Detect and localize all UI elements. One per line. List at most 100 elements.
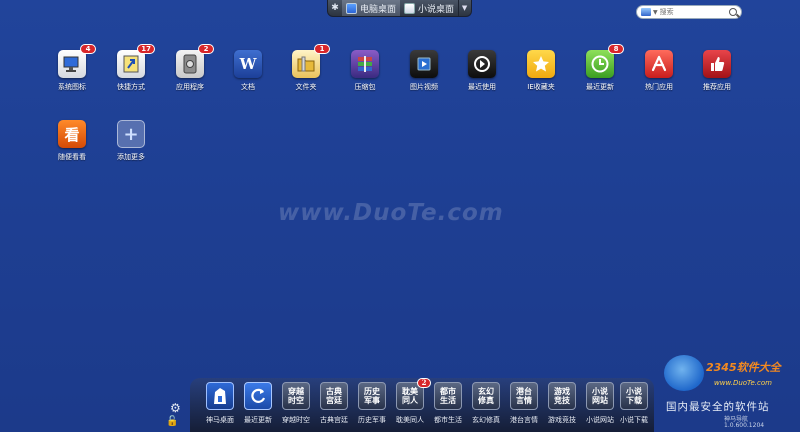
dock-label: 穿越时空 <box>282 416 310 424</box>
icon-label: 应用程序 <box>176 83 204 91</box>
shenma-desktop-icon <box>206 382 234 410</box>
app-installer-icon: 2 <box>176 44 214 78</box>
clock-icon: 8 <box>586 44 624 78</box>
folder-icon: 1 <box>292 44 330 78</box>
desktop-icon-hot-apps[interactable]: 热门应用 <box>629 50 689 92</box>
kan-icon: 看 <box>58 120 86 148</box>
dock-item-time-travel[interactable]: 穿越 时空 穿越时空 <box>277 382 315 425</box>
tile-text: 耽美 同人 <box>402 386 418 405</box>
dock-label: 小说下载 <box>620 416 648 424</box>
brand-watermark: 2345软件大全 www.DuoTe.com 国内最安全的软件站 神马导航 1.… <box>664 355 800 432</box>
search-box: ▼ <box>636 5 742 19</box>
desktop-icon-browse[interactable]: 看 随便看看 <box>42 120 102 162</box>
dock-label: 游戏竞技 <box>548 416 576 424</box>
category-tile: 穿越 时空 <box>282 382 310 410</box>
search-icon[interactable] <box>729 8 737 16</box>
count-badge: 17 <box>137 44 155 54</box>
desktop-icon-ie-favorites[interactable]: IE收藏夹 <box>511 50 571 92</box>
category-tile: 小说 下载 <box>620 382 648 410</box>
category-tile: 都市 生活 <box>434 382 462 410</box>
watermark: www.DuoTe.com <box>278 200 504 226</box>
chevron-down-icon[interactable]: ▼ <box>458 0 470 16</box>
word-glyph: W <box>239 55 257 73</box>
book-icon <box>404 2 416 14</box>
count-badge: 1 <box>314 44 330 54</box>
archive-icon <box>351 50 379 78</box>
icon-label: 文档 <box>241 83 255 91</box>
dock-label: 都市生活 <box>434 416 462 424</box>
tab-label: 小说桌面 <box>418 4 455 15</box>
category-tile: 玄幻 修真 <box>472 382 500 410</box>
desktop-icon-media[interactable]: 图片视频 <box>394 50 454 92</box>
icon-label: 推荐应用 <box>703 83 731 91</box>
dock-item-recent-updates[interactable]: 最近更新 <box>239 382 277 425</box>
category-tile: 耽美 同人 2 <box>396 378 431 410</box>
dock-label: 小说网站 <box>586 416 614 424</box>
dock-item-shenma-desktop[interactable]: 神马桌面 <box>201 382 239 425</box>
desktop-icon-archives[interactable]: 压缩包 <box>335 50 395 92</box>
plus-glyph: + <box>123 123 139 145</box>
dock-label: 最近更新 <box>244 416 272 424</box>
desktop-icon-recommended[interactable]: 推荐应用 <box>687 50 747 92</box>
icon-label: 快捷方式 <box>117 83 145 91</box>
dock-item-romance[interactable]: 港台 言情 港台言情 <box>505 382 543 425</box>
refresh-icon <box>244 382 272 410</box>
search-engine-icon[interactable] <box>641 8 651 16</box>
desktop-icon-recent-used[interactable]: 最近使用 <box>452 50 512 92</box>
shortcut-icon: 17 <box>117 44 155 78</box>
desktop-icon-documents[interactable]: W 文档 <box>218 50 278 92</box>
desktop-icon-system[interactable]: 4 系统图标 <box>42 44 102 92</box>
star-icon <box>527 50 555 78</box>
icon-label: 添加更多 <box>117 153 145 161</box>
brand-slogan: 国内最安全的软件站 <box>666 401 770 413</box>
icon-label: 图片视频 <box>410 83 438 91</box>
dock-label: 耽美同人 <box>396 416 424 424</box>
icon-label: 系统图标 <box>58 83 86 91</box>
thumbs-up-icon <box>703 50 731 78</box>
desktop-icon-applications[interactable]: 2 应用程序 <box>160 44 220 92</box>
dock-item-gaming[interactable]: 游戏 竞技 游戏竞技 <box>543 382 581 425</box>
desktop-icon-add-more[interactable]: + 添加更多 <box>101 120 161 162</box>
computer-icon: 4 <box>58 44 96 78</box>
category-tile: 历史 军事 <box>358 382 386 410</box>
media-icon <box>410 50 438 78</box>
category-tile: 古典 宫廷 <box>320 382 348 410</box>
icon-label: IE收藏夹 <box>527 83 555 91</box>
desktop-icon-folders[interactable]: 1 文件夹 <box>276 44 336 92</box>
tab-label: 电脑桌面 <box>360 4 397 15</box>
dock-label: 神马桌面 <box>206 416 234 424</box>
count-badge: 4 <box>80 44 96 54</box>
brand-site: www.DuoTe.com <box>714 379 772 387</box>
dock-item-novel-download[interactable]: 小说 下载 小说下载 <box>615 382 653 425</box>
dock-item-novel-sites[interactable]: 小说 网站 小说网站 <box>581 382 619 425</box>
count-badge: 2 <box>198 44 214 54</box>
dock-item-danmei[interactable]: 耽美 同人 2 耽美同人 <box>391 378 431 425</box>
pin-icon[interactable]: ✱ <box>328 0 342 16</box>
dock-label: 历史军事 <box>358 416 386 424</box>
category-tile: 小说 网站 <box>586 382 614 410</box>
dock-item-palace[interactable]: 古典 宫廷 古典宫廷 <box>315 382 353 425</box>
dock-label: 玄幻修真 <box>472 416 500 424</box>
icon-label: 最近使用 <box>468 83 496 91</box>
desktop-icon-recent-updates[interactable]: 8 最近更新 <box>570 44 630 92</box>
kan-glyph: 看 <box>64 125 80 144</box>
app-store-icon <box>645 50 673 78</box>
dock-label: 古典宫廷 <box>320 416 348 424</box>
desktop-icon-shortcuts[interactable]: 17 快捷方式 <box>101 44 161 92</box>
dock-item-fantasy[interactable]: 玄幻 修真 玄幻修真 <box>467 382 505 425</box>
engine-dropdown-icon[interactable]: ▼ <box>653 9 658 16</box>
desktop-switcher: ✱ 电脑桌面 小说桌面 ▼ <box>327 0 472 17</box>
brand-title: 2345软件大全 <box>706 361 781 374</box>
tab-novel-desktop[interactable]: 小说桌面 <box>400 0 458 16</box>
lock-icon[interactable]: 🔓 <box>166 416 178 427</box>
add-icon: + <box>117 120 145 148</box>
windows-icon <box>346 2 357 14</box>
category-tile: 游戏 竞技 <box>548 382 576 410</box>
dock-label: 港台言情 <box>510 416 538 424</box>
search-input[interactable] <box>659 6 722 18</box>
icon-label: 随便看看 <box>58 153 86 161</box>
dock-item-urban[interactable]: 都市 生活 都市生活 <box>429 382 467 425</box>
gear-icon[interactable]: ⚙ <box>170 401 181 415</box>
dock-item-history-military[interactable]: 历史 军事 历史军事 <box>353 382 391 425</box>
tab-pc-desktop[interactable]: 电脑桌面 <box>342 0 401 16</box>
